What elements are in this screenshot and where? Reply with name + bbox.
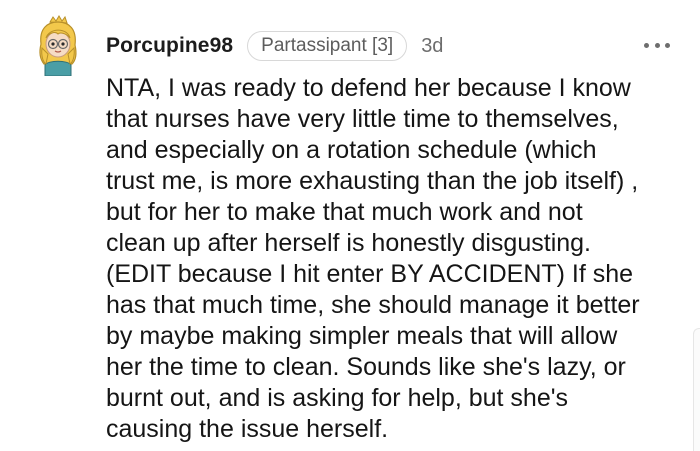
scroll-edge — [693, 328, 700, 451]
comment-body-line: trust me, is more exhausting than the jo… — [106, 167, 639, 195]
username-link[interactable]: Porcupine98 — [106, 34, 233, 58]
comment-body: NTA, I was ready to defend her because I… — [106, 73, 686, 445]
user-flair-badge: Partassipant [3] — [247, 31, 408, 61]
avatar-girl-icon — [39, 15, 77, 77]
comment-body-line: that nurses have very little time to the… — [106, 105, 619, 133]
comment-body-line: has that much time, she should manage it… — [106, 291, 640, 319]
comment-body-line: clean up after herself is honestly disgu… — [106, 229, 591, 257]
more-options-icon — [654, 42, 660, 48]
comment-body-line: burnt out, and is asking for help, but s… — [106, 384, 568, 412]
comment-body-line: NTA, I was ready to defend her because I… — [106, 74, 631, 102]
comment-body-line: by maybe making simpler meals that will … — [106, 322, 618, 350]
comment-body-line: causing the issue herself. — [106, 415, 389, 443]
comment-body-line: (EDIT because I hit enter BY ACCIDENT) I… — [106, 260, 634, 288]
comment: Porcupine98 Partassipant [3] 3d NTA, I w… — [0, 0, 700, 451]
comment-body-line: and especially on a rotation schedule (w… — [106, 136, 597, 164]
more-options-button[interactable] — [644, 38, 670, 52]
comment-body-line: her the time to clean. Sounds like she's… — [106, 353, 626, 381]
more-options-icon — [665, 42, 670, 48]
comment-header: Porcupine98 Partassipant [3] 3d — [106, 29, 443, 63]
more-options-icon — [644, 42, 649, 48]
comment-body-line: but for her to make that much work and n… — [106, 198, 583, 226]
comment-timestamp: 3d — [421, 34, 444, 57]
user-avatar[interactable] — [32, 14, 84, 77]
